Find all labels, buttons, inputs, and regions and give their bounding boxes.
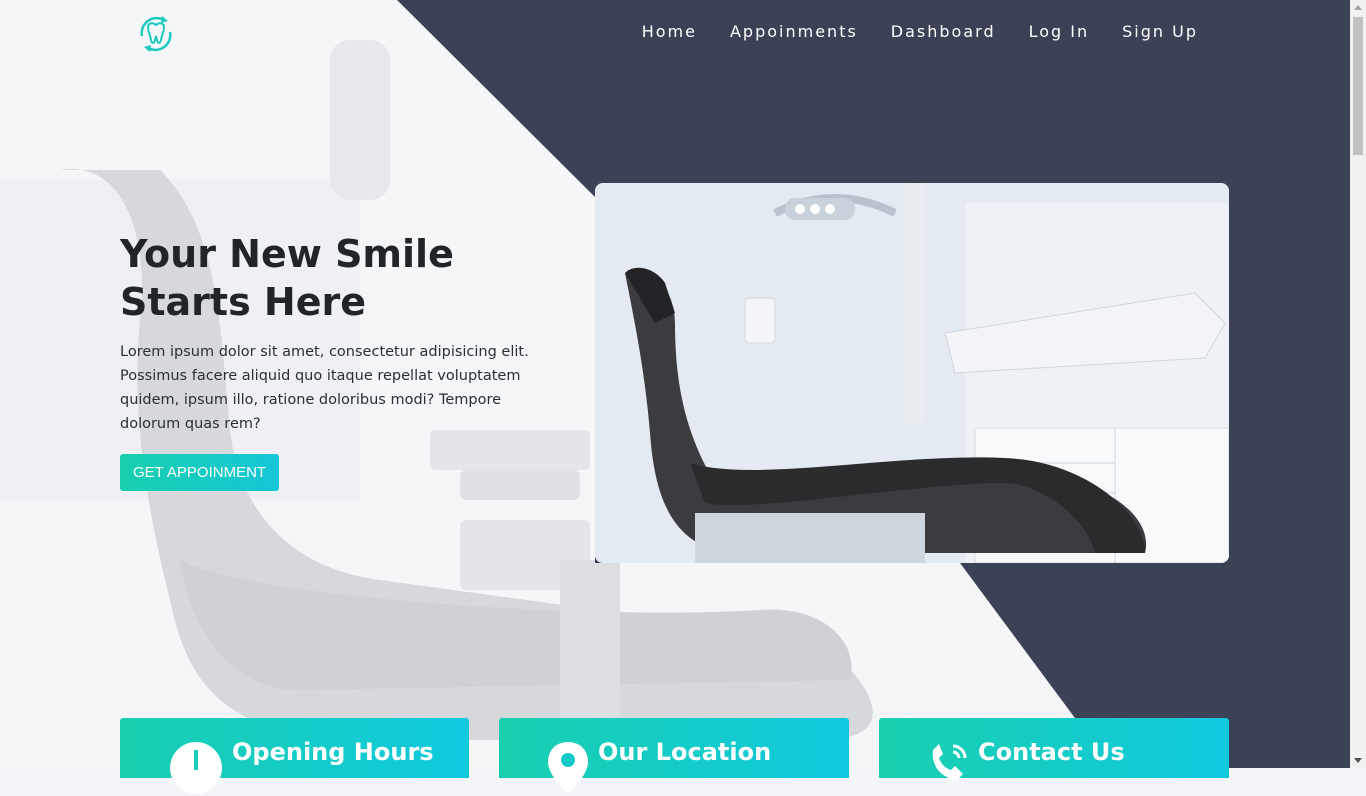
card-contact-us[interactable]: Contact Us [879, 718, 1229, 780]
card-label-opening-hours: Opening Hours [232, 738, 434, 766]
nav-link-home[interactable]: Home [642, 22, 697, 41]
hero-title: Your New Smile Starts Here [120, 230, 565, 326]
hero-title-line-1: Your New Smile [120, 232, 454, 276]
card-opening-hours[interactable]: Opening Hours [120, 718, 469, 794]
nav-link-log-in[interactable]: Log In [1029, 22, 1090, 41]
hero-description: Lorem ipsum dolor sit amet, consectetur … [120, 344, 529, 432]
nav-link-appoinments[interactable]: Appoinments [730, 22, 858, 41]
dental-chair-photo-illustration [595, 183, 1229, 563]
card-label-contact-us: Contact Us [978, 738, 1125, 766]
tooth-logo-icon[interactable] [134, 12, 178, 56]
top-navigation: Home Appoinments Dashboard Log In Sign U… [0, 0, 1350, 68]
scrollbar-thumb[interactable] [1353, 17, 1363, 155]
info-cards: Opening Hours Our Location Contact Us [120, 718, 1230, 794]
get-appointment-button[interactable]: GET APPOINMENT [120, 454, 280, 491]
clock-icon [170, 742, 222, 794]
scroll-down-arrow-icon[interactable] [1350, 752, 1366, 768]
vertical-scrollbar[interactable] [1350, 0, 1366, 768]
card-label-our-location: Our Location [598, 738, 772, 766]
hero-title-line-2: Starts Here [120, 280, 367, 324]
scroll-up-arrow-icon[interactable] [1350, 0, 1366, 16]
nav-link-dashboard[interactable]: Dashboard [891, 22, 996, 41]
location-pin-icon [548, 742, 588, 794]
nav-link-sign-up[interactable]: Sign Up [1122, 22, 1198, 41]
phone-icon [932, 744, 967, 780]
hero-image-dental-clinic [595, 183, 1229, 563]
card-our-location[interactable]: Our Location [499, 718, 849, 794]
hero-section: Your New Smile Starts Here Lorem ipsum d… [120, 230, 565, 491]
nav-links: Home Appoinments Dashboard Log In Sign U… [609, 22, 1198, 41]
